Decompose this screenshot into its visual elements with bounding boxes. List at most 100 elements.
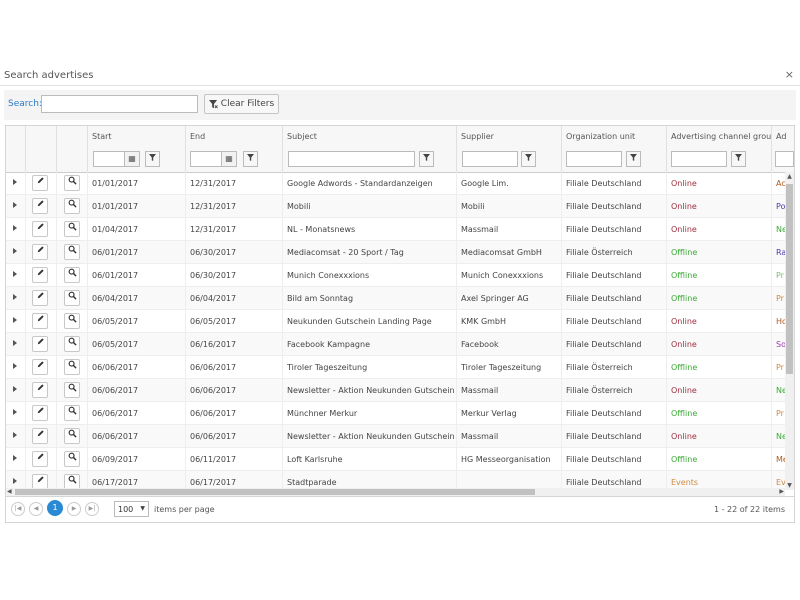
edit-button[interactable] xyxy=(32,359,48,375)
table-row[interactable]: 06/05/2017 06/05/2017 Neukunden Gutschein … xyxy=(6,310,785,333)
view-button[interactable] xyxy=(64,382,80,398)
expand-arrow-icon[interactable] xyxy=(13,455,17,461)
end-filter-input[interactable] xyxy=(190,151,222,167)
table-row[interactable]: 01/04/2017 12/31/2017 NL - Monatsnews Massm… xyxy=(6,218,785,241)
edit-button[interactable] xyxy=(32,267,48,283)
last-page-icon[interactable]: ▶| xyxy=(85,502,99,516)
expand-arrow-icon[interactable] xyxy=(13,202,17,208)
expand-arrow-icon[interactable] xyxy=(13,225,17,231)
expand-arrow-icon[interactable] xyxy=(13,340,17,346)
cell-ad: So xyxy=(776,340,785,349)
edit-button[interactable] xyxy=(32,221,48,237)
edit-button[interactable] xyxy=(32,313,48,329)
funnel-icon[interactable] xyxy=(626,151,641,167)
view-button[interactable] xyxy=(64,290,80,306)
column-header-start[interactable]: Start xyxy=(88,126,186,148)
cell-ad: Pr xyxy=(776,363,784,372)
scroll-right-arrow-icon[interactable]: ▶ xyxy=(779,488,784,495)
funnel-icon[interactable] xyxy=(521,151,536,167)
edit-button[interactable] xyxy=(32,451,48,467)
expand-arrow-icon[interactable] xyxy=(13,317,17,323)
funnel-icon[interactable] xyxy=(243,151,258,167)
horizontal-scroll-thumb[interactable] xyxy=(15,489,535,495)
expand-arrow-icon[interactable] xyxy=(13,294,17,300)
scroll-down-arrow-icon[interactable]: ▼ xyxy=(786,482,793,489)
vertical-scroll-thumb[interactable] xyxy=(786,184,793,374)
column-header-end[interactable]: End xyxy=(186,126,283,148)
organization-unit-filter-input[interactable] xyxy=(566,151,622,167)
dialog-title-bar: Search advertises × xyxy=(0,66,800,86)
edit-button[interactable] xyxy=(32,290,48,306)
view-button[interactable] xyxy=(64,405,80,421)
edit-button[interactable] xyxy=(32,405,48,421)
column-header-advertising-channel-group[interactable]: Advertising channel group xyxy=(667,126,772,148)
view-button[interactable] xyxy=(64,198,80,214)
horizontal-scrollbar[interactable]: ◀ ▶ xyxy=(6,488,785,496)
table-row[interactable]: 06/06/2017 06/06/2017 Münchner Merkur Merku… xyxy=(6,402,785,425)
edit-button[interactable] xyxy=(32,175,48,191)
view-button[interactable] xyxy=(64,267,80,283)
table-row[interactable]: 06/01/2017 06/30/2017 Mediacomsat - 20 Spo… xyxy=(6,241,785,264)
view-button[interactable] xyxy=(64,336,80,352)
scroll-left-arrow-icon[interactable]: ◀ xyxy=(7,488,12,495)
column-header-subject[interactable]: Subject xyxy=(283,126,457,148)
funnel-icon[interactable] xyxy=(731,151,746,167)
table-row[interactable]: 01/01/2017 12/31/2017 Mobili Mobili Filiale … xyxy=(6,195,785,218)
table-row[interactable]: 06/06/2017 06/06/2017 Newsletter - Aktion … xyxy=(6,425,785,448)
scroll-up-arrow-icon[interactable]: ▲ xyxy=(786,173,793,180)
close-icon[interactable]: × xyxy=(785,68,794,81)
subject-filter-input[interactable] xyxy=(288,151,415,167)
expand-arrow-icon[interactable] xyxy=(13,271,17,277)
view-button[interactable] xyxy=(64,451,80,467)
funnel-icon[interactable] xyxy=(419,151,434,167)
search-input[interactable] xyxy=(41,95,198,113)
table-row[interactable]: 01/01/2017 12/31/2017 Google Adwords - Sta… xyxy=(6,172,785,195)
supplier-filter-input[interactable] xyxy=(462,151,518,167)
expand-arrow-icon[interactable] xyxy=(13,386,17,392)
table-row[interactable]: 06/04/2017 06/04/2017 Bild am Sonntag Axel … xyxy=(6,287,785,310)
first-page-icon[interactable]: |◀ xyxy=(11,502,25,516)
funnel-icon[interactable] xyxy=(145,151,160,167)
table-row[interactable]: 06/09/2017 06/11/2017 Loft Karlsruhe HG Mes… xyxy=(6,448,785,471)
edit-button[interactable] xyxy=(32,428,48,444)
expand-arrow-icon[interactable] xyxy=(13,432,17,438)
cell-supplier: HG Messeorganisation xyxy=(457,448,562,471)
start-filter-input[interactable] xyxy=(93,151,125,167)
vertical-scrollbar[interactable]: ▲ ▼ xyxy=(785,172,794,490)
next-page-icon[interactable]: ▶ xyxy=(67,502,81,516)
view-button[interactable] xyxy=(64,244,80,260)
expand-arrow-icon[interactable] xyxy=(13,179,17,185)
cell-start: 06/05/2017 xyxy=(88,310,186,333)
calendar-icon[interactable]: ▦ xyxy=(222,151,237,167)
expand-arrow-icon[interactable] xyxy=(13,409,17,415)
calendar-icon[interactable]: ▦ xyxy=(125,151,140,167)
view-button[interactable] xyxy=(64,175,80,191)
column-header-ad[interactable]: Ad xyxy=(772,126,794,148)
channel-group-filter-input[interactable] xyxy=(671,151,727,167)
cell-channel-group: Offline xyxy=(667,448,772,471)
edit-button[interactable] xyxy=(32,336,48,352)
ad-filter-input[interactable] xyxy=(775,151,794,167)
expand-arrow-icon[interactable] xyxy=(13,478,17,484)
clear-filters-button[interactable]: Clear Filters xyxy=(204,94,279,114)
expand-arrow-icon[interactable] xyxy=(13,363,17,369)
column-header-supplier[interactable]: Supplier xyxy=(457,126,562,148)
edit-button[interactable] xyxy=(32,382,48,398)
view-button[interactable] xyxy=(64,221,80,237)
table-row[interactable]: 06/01/2017 06/30/2017 Munich Conexxxions Mu… xyxy=(6,264,785,287)
table-row[interactable]: 06/05/2017 06/16/2017 Facebook Kampagne Fac… xyxy=(6,333,785,356)
view-button[interactable] xyxy=(64,428,80,444)
previous-page-icon[interactable]: ◀ xyxy=(29,502,43,516)
edit-button[interactable] xyxy=(32,198,48,214)
page-size-select[interactable]: 100 ▼ xyxy=(114,501,149,517)
current-page-button[interactable]: 1 xyxy=(47,500,63,516)
cell-organization-unit: Filiale Österreich xyxy=(562,241,667,264)
table-row[interactable]: 06/06/2017 06/06/2017 Tiroler Tageszeitung… xyxy=(6,356,785,379)
edit-button[interactable] xyxy=(32,244,48,260)
expand-arrow-icon[interactable] xyxy=(13,248,17,254)
view-button[interactable] xyxy=(64,359,80,375)
magnifier-icon xyxy=(68,291,77,300)
column-header-organization-unit[interactable]: Organization unit xyxy=(562,126,667,148)
table-row[interactable]: 06/06/2017 06/06/2017 Newsletter - Aktion … xyxy=(6,379,785,402)
view-button[interactable] xyxy=(64,313,80,329)
